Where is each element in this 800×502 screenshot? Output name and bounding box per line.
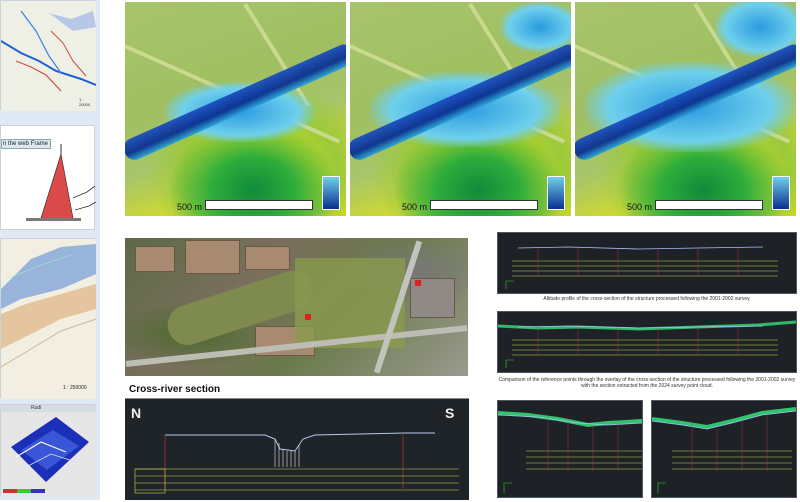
dem-panel-2: 500 m xyxy=(350,2,571,216)
profile-2001-panel xyxy=(497,232,797,294)
dem-panel-3: 500 m xyxy=(575,2,796,216)
scale-label: 500 m xyxy=(402,202,428,212)
dem-panel-1: 500 m xyxy=(125,2,346,216)
camera-frustum-diagram xyxy=(26,144,96,221)
regional-map xyxy=(0,1,97,111)
overlay-comparison-profile xyxy=(497,320,797,368)
depth-legend xyxy=(547,176,565,210)
scale-bar xyxy=(205,200,313,210)
scale-label-corridor: 1 : 250000 xyxy=(63,385,87,391)
survey-marker xyxy=(305,314,311,320)
cross-section-profile xyxy=(134,432,459,494)
bank-detail-right-panel xyxy=(651,400,797,498)
survey-marker xyxy=(415,280,421,286)
bank-detail-left-profile xyxy=(497,411,643,493)
point-cloud-3d-view xyxy=(1,412,96,497)
scale-label: 500 m xyxy=(627,202,653,212)
corridor-map-card: 1 : 250000 xyxy=(0,238,97,399)
left-sidebar-strip: 1 : 20000 n the web Frame 1 : 250000 Rud… xyxy=(0,0,100,500)
flood-area xyxy=(500,2,571,52)
aerial-photo xyxy=(125,238,468,376)
overlay-comparison-panel xyxy=(497,311,797,373)
scale-label: 500 m xyxy=(177,202,203,212)
altitude-profile-2001 xyxy=(505,246,778,289)
cross-section-cad: N S xyxy=(125,398,469,500)
depth-legend xyxy=(322,176,340,210)
depth-legend xyxy=(772,176,790,210)
schematic-card: n the web Frame xyxy=(0,125,96,230)
cross-section-title: Cross-river section xyxy=(125,382,469,398)
scale-label-regional: 1 : 20000 xyxy=(79,97,91,107)
scale-bar xyxy=(430,200,538,210)
regional-map-card: 1 : 20000 xyxy=(0,0,97,111)
corridor-map xyxy=(0,239,97,399)
bank-detail-right-profile xyxy=(651,407,797,493)
caption-overlay-comparison: Comparison of the reference points throu… xyxy=(498,377,796,389)
model-3d-card: Rudi xyxy=(0,404,96,497)
building-block xyxy=(245,246,290,270)
scale-bar xyxy=(655,200,763,210)
building-block xyxy=(135,246,175,272)
caption-profile-2001: Altitude profile of the cross-section of… xyxy=(543,296,751,302)
model-panel-title: Rudi xyxy=(1,405,96,412)
building-block xyxy=(185,240,240,274)
bank-detail-left-panel xyxy=(497,400,643,498)
